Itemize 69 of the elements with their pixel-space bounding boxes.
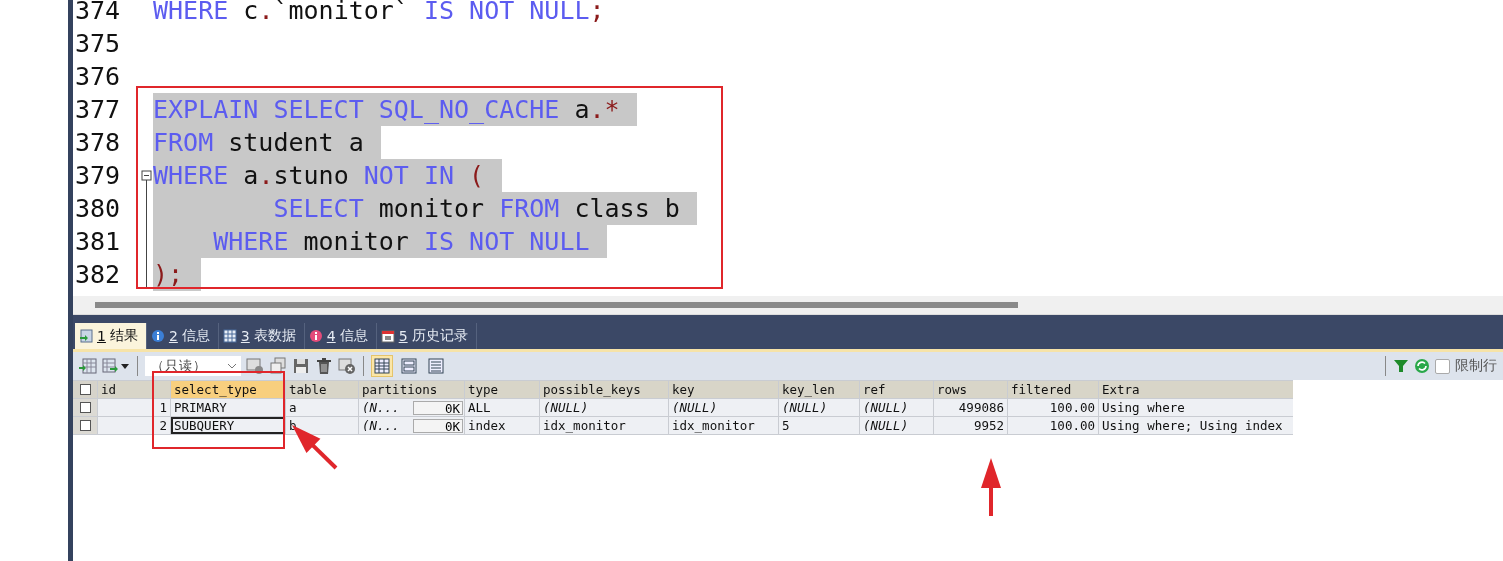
info-icon (308, 329, 323, 343)
line-number: 376 (74, 62, 122, 91)
cancel-icon[interactable] (338, 357, 356, 375)
table-cell: (NULL) (540, 399, 668, 416)
table-cell: Using where; Using index (1099, 417, 1293, 434)
column-header[interactable]: key (669, 381, 778, 398)
filter-icon[interactable] (1393, 358, 1409, 374)
table-cell: PRIMARY (171, 399, 285, 416)
line-number: 375 (74, 29, 122, 58)
table-cell: 2 (98, 417, 170, 434)
grid-icon (222, 329, 237, 343)
table-cell: a (286, 399, 358, 416)
line-number: 377 (74, 95, 122, 124)
line-number: 378 (74, 128, 122, 157)
column-header[interactable]: Extra (1099, 381, 1293, 398)
save-icon[interactable] (292, 357, 310, 375)
table-cell: (NULL) (860, 399, 933, 416)
table-cell: 9952 (934, 417, 1007, 434)
view-mode-button[interactable] (398, 355, 420, 377)
chevron-down-icon (227, 363, 237, 369)
fold-marker-icon[interactable] (141, 167, 153, 289)
table-cell: 100.00 (1008, 399, 1098, 416)
table-icon[interactable] (79, 357, 97, 375)
line-number: 382 (74, 260, 122, 289)
view-mode-button[interactable] (425, 355, 447, 377)
table-cell: 100.00 (1008, 417, 1098, 434)
table-cell: SUBQUERY (171, 417, 285, 434)
limit-rows-label: 限制行 (1455, 357, 1497, 375)
table-cell: 1 (98, 399, 170, 416)
select-all-checkbox[interactable] (79, 384, 91, 395)
delete-icon[interactable] (315, 357, 333, 375)
row-checkbox[interactable] (79, 420, 91, 431)
table-cell: 5 (779, 417, 859, 434)
line-number: 381 (74, 227, 122, 256)
table-cell: idx_monitor (540, 417, 668, 434)
line-number: 380 (74, 194, 122, 223)
table-cell: (NULL) (669, 399, 778, 416)
row-checkbox[interactable] (79, 402, 91, 413)
column-header[interactable]: table (286, 381, 358, 398)
horizontal-scrollbar[interactable] (73, 296, 1503, 315)
add-row-icon[interactable] (246, 357, 264, 375)
column-header[interactable]: key_len (779, 381, 859, 398)
column-header[interactable]: filtered (1008, 381, 1098, 398)
table-cell: index (465, 417, 539, 434)
blob-size-field[interactable]: 0K (413, 418, 463, 433)
table-cell: (NULL) (779, 399, 859, 416)
table-cell: idx_monitor (669, 417, 778, 434)
line-number: 379 (74, 161, 122, 190)
result-tab[interactable]: 1 结果 (75, 323, 147, 349)
table-cell: ALL (465, 399, 539, 416)
view-mode-button[interactable] (371, 355, 393, 377)
calendar-icon (380, 329, 395, 343)
line-number: 374 (74, 0, 122, 25)
column-header[interactable]: select_type (171, 381, 285, 398)
blob-size-field[interactable]: 0K (413, 400, 463, 415)
export-dropdown-icon[interactable] (102, 357, 130, 375)
column-header[interactable]: type (465, 381, 539, 398)
refresh-icon[interactable] (1414, 358, 1430, 374)
table-cell: Using where (1099, 399, 1293, 416)
copy-row-icon[interactable] (269, 357, 287, 375)
column-header[interactable]: ref (860, 381, 933, 398)
info-icon (150, 329, 165, 343)
table-cell: (NULL) (860, 417, 933, 434)
column-header[interactable]: partitions (359, 381, 464, 398)
table-cell: 499086 (934, 399, 1007, 416)
column-header[interactable]: id (98, 381, 170, 398)
column-header[interactable]: possible_keys (540, 381, 668, 398)
limit-rows-checkbox[interactable] (1435, 358, 1450, 374)
column-header[interactable]: rows (934, 381, 1007, 398)
